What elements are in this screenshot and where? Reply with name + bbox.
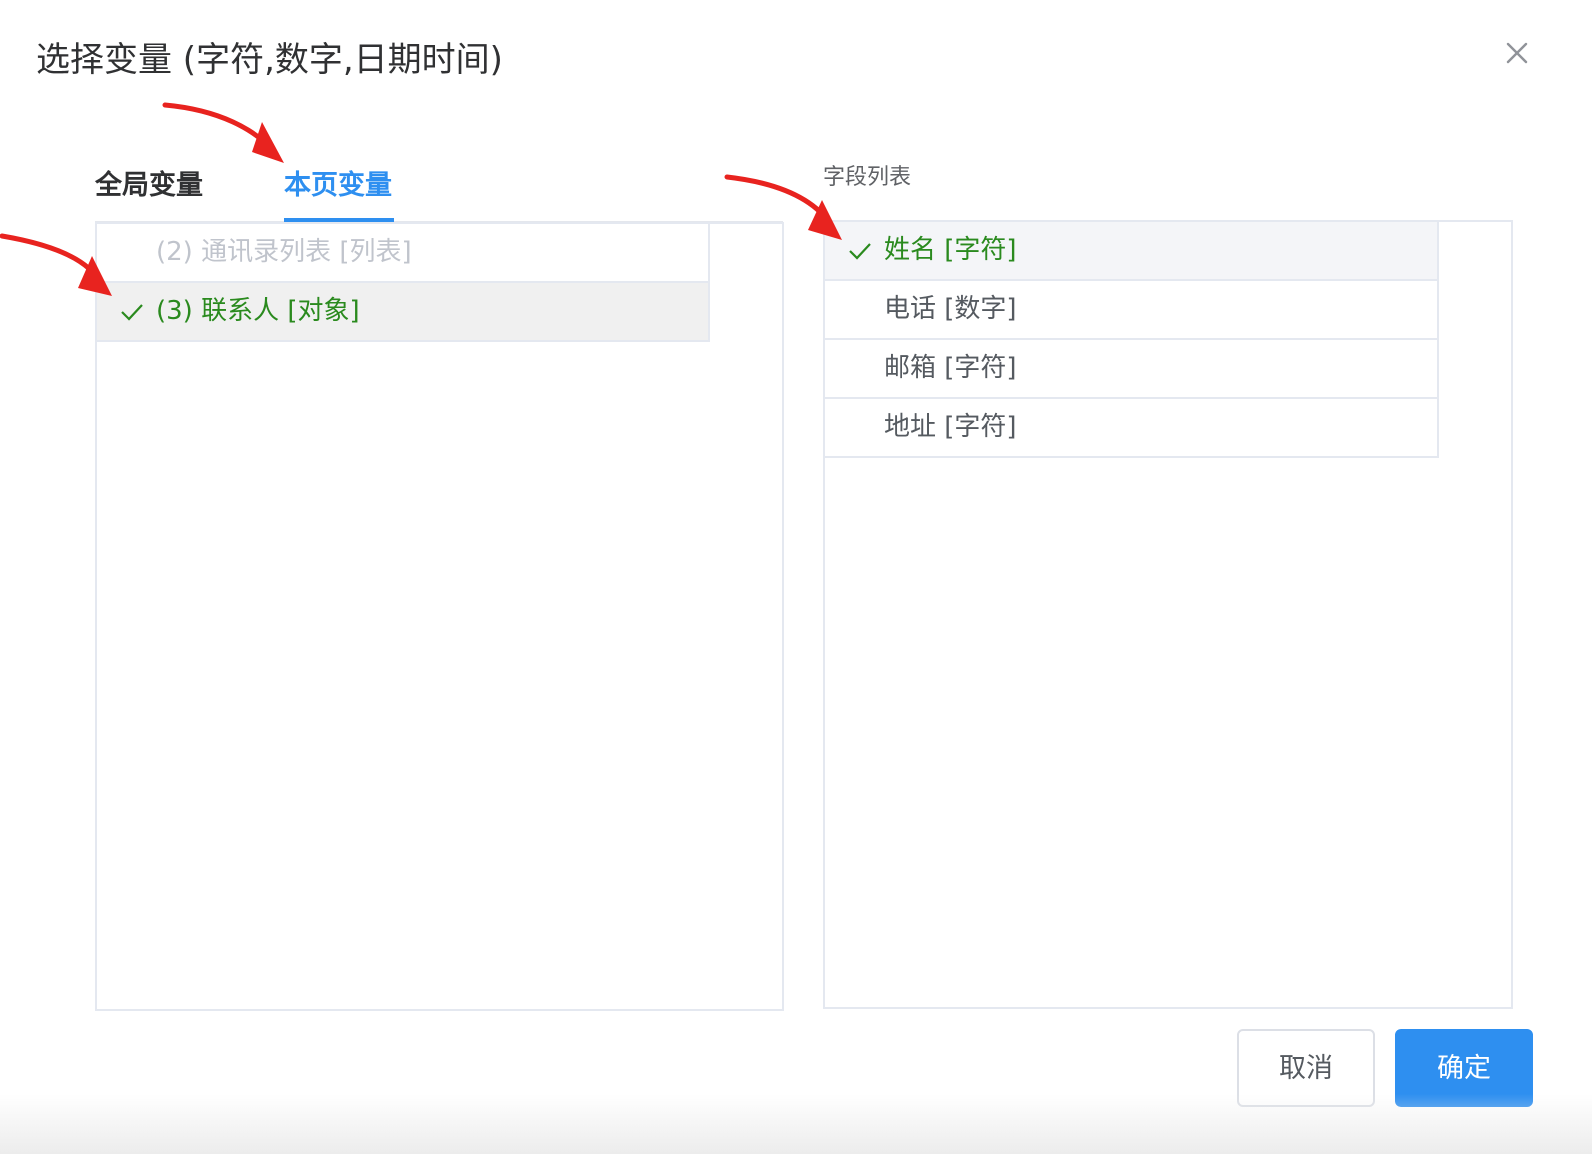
field-item-email[interactable]: 邮箱 [字符]	[825, 340, 1437, 399]
field-list: 姓名 [字符] 电话 [数字] 邮箱 [字符] 地址 [字符]	[825, 222, 1439, 458]
variable-item-label: (3) 联系人 [对象]	[156, 296, 360, 326]
annotation-arrow-field	[724, 174, 835, 229]
field-list-panel: 姓名 [字符] 电话 [数字] 邮箱 [字符] 地址 [字符]	[823, 220, 1513, 1009]
variable-list-panel: (2) 通讯录列表 [列表] (3) 联系人 [对象]	[95, 222, 784, 1011]
bottom-shadow	[0, 1094, 1592, 1154]
variable-item-label: (2) 通讯录列表 [列表]	[156, 237, 412, 267]
field-item-address[interactable]: 地址 [字符]	[825, 399, 1437, 458]
variable-item-address-book: (2) 通讯录列表 [列表]	[97, 224, 708, 283]
field-list-header: 字段列表	[823, 165, 912, 190]
variable-list: (2) 通讯录列表 [列表] (3) 联系人 [对象]	[97, 224, 710, 342]
close-icon[interactable]	[1500, 36, 1534, 70]
variable-item-contact[interactable]: (3) 联系人 [对象]	[97, 283, 708, 342]
annotation-arrowhead-tab	[252, 122, 284, 163]
select-variable-dialog: 选择变量 (字符,数字,日期时间) 全局变量 本页变量 (2) 通讯录列表 [列…	[0, 0, 1592, 1154]
field-item-phone[interactable]: 电话 [数字]	[825, 281, 1437, 340]
field-item-label: 邮箱 [字符]	[884, 353, 1017, 383]
annotation-arrow-tab	[162, 102, 275, 153]
check-icon	[119, 283, 145, 340]
field-item-label: 姓名 [字符]	[884, 235, 1017, 265]
dialog-title: 选择变量 (字符,数字,日期时间)	[36, 40, 503, 80]
check-icon	[847, 222, 873, 279]
field-item-name[interactable]: 姓名 [字符]	[825, 222, 1437, 281]
tab-global-variables[interactable]: 全局变量	[95, 162, 203, 210]
field-item-label: 电话 [数字]	[884, 294, 1017, 324]
field-item-label: 地址 [字符]	[884, 412, 1017, 442]
tab-page-variables[interactable]: 本页变量	[284, 162, 392, 210]
annotation-arrow-variable	[0, 233, 103, 285]
